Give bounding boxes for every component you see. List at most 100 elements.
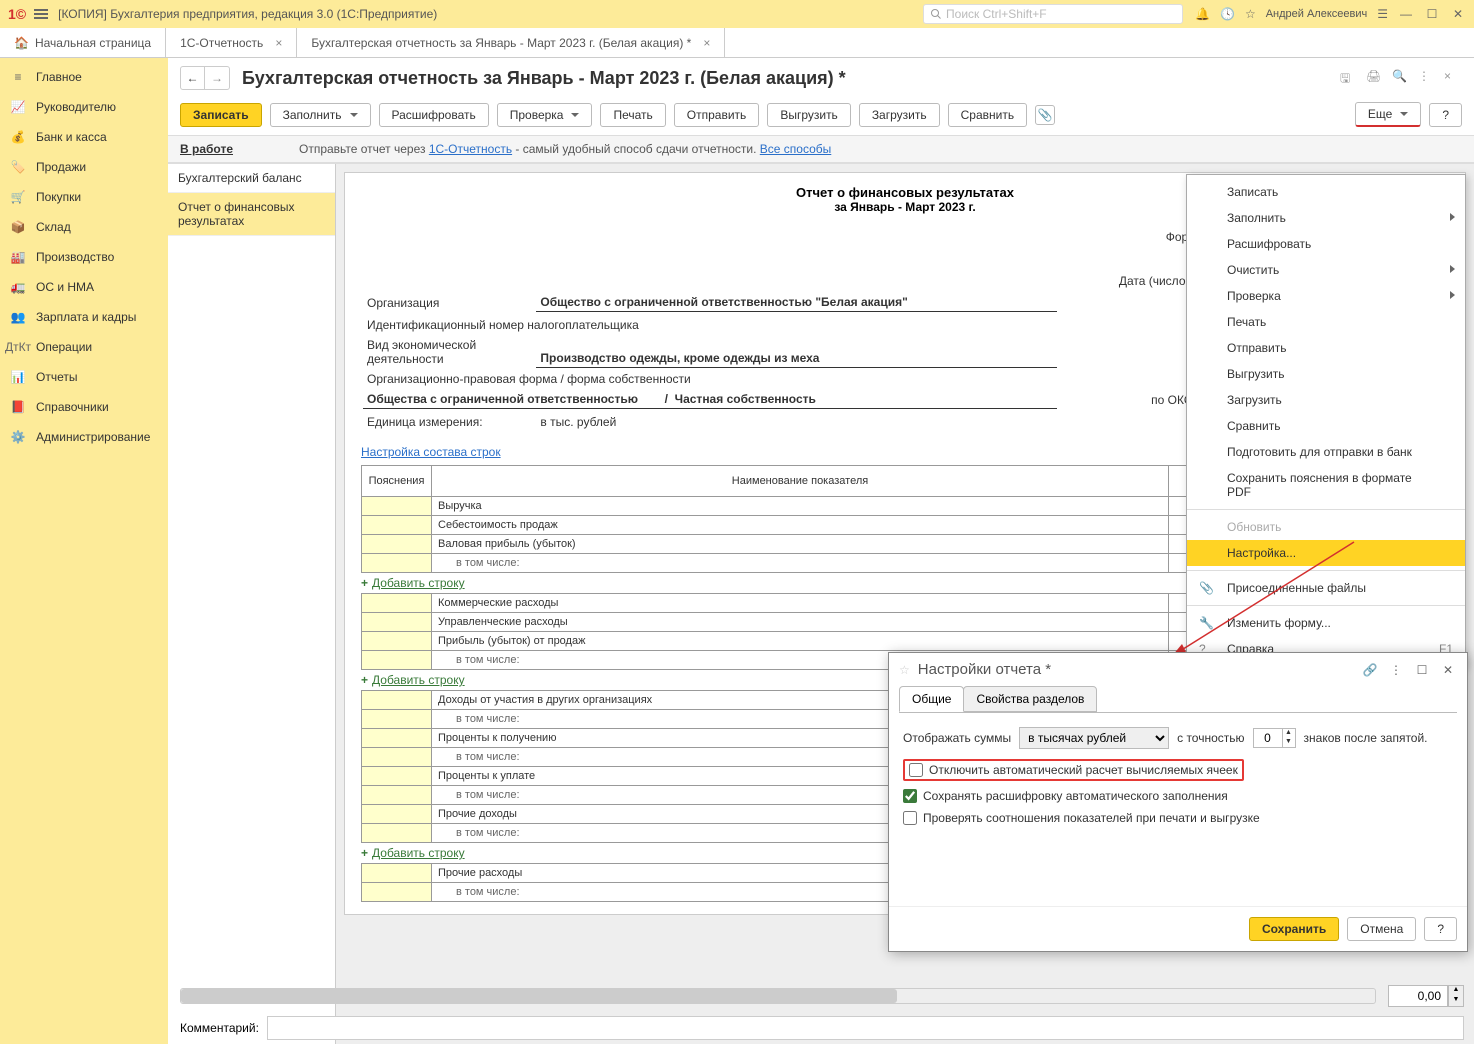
btn-label: ? xyxy=(1437,922,1444,936)
sidebar-item-catalogs[interactable]: 📕Справочники xyxy=(0,392,168,422)
preview-icon[interactable]: 🔍 xyxy=(1392,69,1410,87)
minimize-button[interactable]: — xyxy=(1398,7,1414,21)
fill-button[interactable]: Заполнить xyxy=(270,103,371,127)
spinner-up-icon[interactable]: ▲ xyxy=(1449,986,1463,996)
inn-label: Идентификационный номер налогоплательщик… xyxy=(363,314,1057,334)
bottom-number-input[interactable] xyxy=(1388,985,1448,1007)
history-icon[interactable]: 🕓 xyxy=(1220,7,1235,21)
spinner-down-icon[interactable]: ▼ xyxy=(1283,738,1295,747)
menu-write[interactable]: Записать xyxy=(1187,179,1465,205)
help-button[interactable]: ? xyxy=(1429,103,1462,127)
checkbox[interactable] xyxy=(909,763,923,777)
check-label: Сохранять расшифровку автоматического за… xyxy=(923,789,1228,803)
menu-fill[interactable]: Заполнить xyxy=(1187,205,1465,231)
compare-button[interactable]: Сравнить xyxy=(948,103,1027,127)
tab-sections[interactable]: Свойства разделов xyxy=(963,686,1097,712)
nav-forward-button[interactable]: → xyxy=(205,67,229,89)
check-button[interactable]: Проверка xyxy=(497,103,593,127)
menu-export[interactable]: Выгрузить xyxy=(1187,361,1465,387)
print-button[interactable]: Печать xyxy=(600,103,665,127)
menu-print[interactable]: Печать xyxy=(1187,309,1465,335)
horizontal-scrollbar[interactable] xyxy=(180,988,1376,1004)
precision-spinner[interactable]: ▲▼ xyxy=(1253,728,1296,748)
decode-button[interactable]: Расшифровать xyxy=(379,103,489,127)
sidebar-item-main[interactable]: ≡Главное xyxy=(0,62,168,92)
sidebar-item-assets[interactable]: 🚛ОС и НМА xyxy=(0,272,168,302)
attach-button[interactable]: 📎 xyxy=(1035,105,1055,125)
more-button[interactable]: Еще xyxy=(1355,102,1421,127)
kebab-icon[interactable]: ⋮ xyxy=(1418,69,1436,87)
settings-cancel-button[interactable]: Отмена xyxy=(1347,917,1416,941)
sidebar-item-sales[interactable]: 🏷️Продажи xyxy=(0,152,168,182)
kebab-icon[interactable]: ⋮ xyxy=(1387,663,1405,677)
activity-value[interactable]: Производство одежды, кроме одежды из мех… xyxy=(536,336,1057,368)
menu-compare[interactable]: Сравнить xyxy=(1187,413,1465,439)
menu-attached[interactable]: 📎Присоединенные файлы xyxy=(1187,575,1465,601)
menu-decode[interactable]: Расшифровать xyxy=(1187,231,1465,257)
spinner-down-icon[interactable]: ▼ xyxy=(1449,996,1463,1006)
sidebar-item-purchases[interactable]: 🛒Покупки xyxy=(0,182,168,212)
write-button[interactable]: Записать xyxy=(180,103,262,127)
close-page-icon[interactable]: × xyxy=(1444,69,1462,87)
tab-close-icon[interactable]: × xyxy=(703,36,710,50)
save-icon[interactable]: 🖫 xyxy=(1340,69,1358,87)
global-search-input[interactable]: Поиск Ctrl+Shift+F xyxy=(923,4,1183,24)
report-nav-results[interactable]: Отчет о финансовых результатах xyxy=(168,193,335,236)
sums-select[interactable]: в тысячах рублей xyxy=(1019,727,1169,749)
sidebar-item-reports[interactable]: 📊Отчеты xyxy=(0,362,168,392)
sidebar-item-production[interactable]: 🏭Производство xyxy=(0,242,168,272)
tab-reporting[interactable]: 1С-Отчетность × xyxy=(166,28,297,57)
menu-clear[interactable]: Очистить xyxy=(1187,257,1465,283)
bell-icon[interactable]: 🔔 xyxy=(1195,7,1210,21)
tab-general[interactable]: Общие xyxy=(899,686,964,712)
maximize-button[interactable]: ☐ xyxy=(1424,7,1440,21)
menu-settings[interactable]: Настройка... xyxy=(1187,540,1465,566)
menu-prepare-bank[interactable]: Подготовить для отправки в банк xyxy=(1187,439,1465,465)
sidebar-item-warehouse[interactable]: 📦Склад xyxy=(0,212,168,242)
sidebar-item-manager[interactable]: 📈Руководителю xyxy=(0,92,168,122)
settings-save-button[interactable]: Сохранить xyxy=(1249,917,1339,941)
close-dialog-icon[interactable]: ✕ xyxy=(1439,663,1457,677)
sidebar-item-operations[interactable]: ДтКтОперации xyxy=(0,332,168,362)
spinner-up-icon[interactable]: ▲ xyxy=(1283,729,1295,738)
close-window-button[interactable]: ✕ xyxy=(1450,7,1466,21)
tab-current-report[interactable]: Бухгалтерская отчетность за Январь - Мар… xyxy=(297,28,725,57)
maximize-dialog-icon[interactable]: ☐ xyxy=(1413,663,1431,677)
export-button[interactable]: Выгрузить xyxy=(767,103,851,127)
checkbox[interactable] xyxy=(903,811,917,825)
org-value[interactable]: Общество с ограниченной ответственностью… xyxy=(536,292,1057,312)
save-decode-check[interactable]: Сохранять расшифровку автоматического за… xyxy=(903,789,1453,803)
send-button[interactable]: Отправить xyxy=(674,103,760,127)
verify-relations-check[interactable]: Проверять соотношения показателей при пе… xyxy=(903,811,1453,825)
user-dropdown-icon[interactable]: ☰ xyxy=(1377,7,1388,21)
menu-edit-form[interactable]: 🔧Изменить форму... xyxy=(1187,610,1465,636)
menu-save-pdf[interactable]: Сохранить пояснения в формате PDF xyxy=(1187,465,1465,505)
import-button[interactable]: Загрузить xyxy=(859,103,940,127)
menu-check[interactable]: Проверка xyxy=(1187,283,1465,309)
nav-back-button[interactable]: ← xyxy=(181,67,205,89)
print-icon[interactable]: 🖨 xyxy=(1366,69,1384,87)
link-icon[interactable]: 🔗 xyxy=(1361,663,1379,677)
disable-autocalc-check[interactable]: Отключить автоматический расчет вычисляе… xyxy=(903,759,1244,781)
sidebar-item-payroll[interactable]: 👥Зарплата и кадры xyxy=(0,302,168,332)
tab-close-icon[interactable]: × xyxy=(275,36,282,50)
user-name[interactable]: Андрей Алексеевич xyxy=(1266,8,1368,20)
star-icon[interactable]: ☆ xyxy=(1245,7,1256,21)
settings-help-button[interactable]: ? xyxy=(1424,917,1457,941)
menu-import[interactable]: Загрузить xyxy=(1187,387,1465,413)
status-all-link[interactable]: Все способы xyxy=(760,142,832,156)
comment-input[interactable] xyxy=(267,1016,1464,1040)
status-state[interactable]: В работе xyxy=(180,142,233,156)
report-nav-balance[interactable]: Бухгалтерский баланс xyxy=(168,164,335,193)
checkbox[interactable] xyxy=(903,789,917,803)
bottom-spinner[interactable]: ▲▼ xyxy=(1448,985,1464,1007)
favorite-star-icon[interactable]: ☆ xyxy=(899,663,910,677)
menu-send[interactable]: Отправить xyxy=(1187,335,1465,361)
tab-home[interactable]: 🏠 Начальная страница xyxy=(0,28,166,57)
help-button-label: ? xyxy=(1442,108,1449,122)
sidebar-item-bank[interactable]: 💰Банк и касса xyxy=(0,122,168,152)
sidebar-item-admin[interactable]: ⚙️Администрирование xyxy=(0,422,168,452)
precision-input[interactable] xyxy=(1254,729,1282,747)
main-menu-icon[interactable] xyxy=(34,7,48,21)
status-link[interactable]: 1С-Отчетность xyxy=(429,142,512,156)
